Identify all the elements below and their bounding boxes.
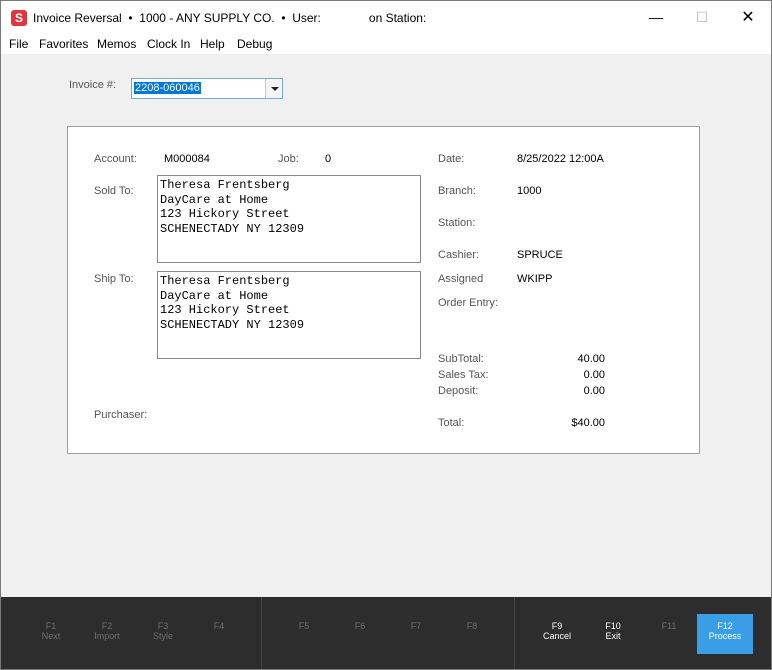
assigned-label: Assigned xyxy=(438,273,484,285)
f1-next-button[interactable]: F1 Next xyxy=(23,597,79,669)
menu-file[interactable]: File xyxy=(9,37,28,51)
fkey-key: F12 xyxy=(717,621,733,631)
minimize-button[interactable]: — xyxy=(633,1,679,34)
window-title: Invoice Reversal • 1000 - ANY SUPPLY CO.… xyxy=(33,11,427,25)
fkey-key: F7 xyxy=(410,621,422,631)
deposit-label: Deposit: xyxy=(438,385,479,397)
fkey-key: F1 xyxy=(45,621,57,631)
fkey-label: Style xyxy=(152,631,173,641)
invoice-number-combo[interactable]: 2208-060046 xyxy=(131,78,283,99)
f3-style-button[interactable]: F3 Style xyxy=(135,597,191,669)
main-content: Invoice #: 2208-060046 Account: M000084 … xyxy=(1,54,771,597)
job-value: 0 xyxy=(325,153,332,165)
fkey-label: Exit xyxy=(605,631,621,641)
date-label: Date: xyxy=(438,153,465,165)
fkey-separator xyxy=(261,597,262,669)
fkey-key: F3 xyxy=(157,621,169,631)
branch-value: 1000 xyxy=(517,185,542,197)
fkey-label: Cancel xyxy=(542,631,571,641)
account-label: Account: xyxy=(94,153,137,165)
f12-process-button[interactable]: F12 Process xyxy=(697,614,753,654)
sold-to-address-box[interactable]: Theresa Frentsberg DayCare at Home 123 H… xyxy=(157,175,421,263)
menu-bar: File Favorites Memos Clock In Help Debug xyxy=(1,34,771,54)
fkey-label: Import xyxy=(94,631,120,641)
title-bar: S Invoice Reversal • 1000 - ANY SUPPLY C… xyxy=(1,1,771,34)
purchaser-label: Purchaser: xyxy=(94,409,148,421)
station-label: Station: xyxy=(438,217,476,229)
fkey-separator xyxy=(514,597,515,669)
sales-tax-label: Sales Tax: xyxy=(438,369,489,381)
maximize-button[interactable]: ☐ xyxy=(679,1,725,34)
sold-to-line: DayCare at Home xyxy=(160,192,269,207)
menu-memos[interactable]: Memos xyxy=(97,37,136,51)
subtotal-label: SubTotal: xyxy=(438,353,484,365)
fkey-label: Process xyxy=(708,631,742,641)
ship-to-label: Ship To: xyxy=(94,273,134,285)
fkey-key: F4 xyxy=(213,621,225,631)
sold-to-line: 123 Hickory Street xyxy=(160,207,290,221)
date-value: 8/25/2022 12:00A xyxy=(517,153,604,165)
invoice-detail-panel: Account: M000084 Job: 0 Sold To: Theresa… xyxy=(67,126,700,454)
f8-button[interactable]: F8 xyxy=(444,597,500,669)
deposit-value: 0.00 xyxy=(583,385,605,397)
f10-exit-button[interactable]: F10 Exit xyxy=(585,597,641,669)
sales-tax-value: 0.00 xyxy=(583,369,605,381)
close-button[interactable]: ✕ xyxy=(725,1,771,34)
order-entry-label: Order Entry: xyxy=(438,297,498,309)
job-label: Job: xyxy=(278,153,299,165)
invoice-reversal-window: S Invoice Reversal • 1000 - ANY SUPPLY C… xyxy=(0,0,772,670)
f6-button[interactable]: F6 xyxy=(332,597,388,669)
sold-to-line: SCHENECTADY NY 12309 xyxy=(160,221,305,236)
cashier-value: SPRUCE xyxy=(517,249,563,261)
app-logo-icon: S xyxy=(11,10,27,26)
menu-debug[interactable]: Debug xyxy=(237,37,272,51)
f4-button[interactable]: F4 xyxy=(191,597,247,669)
f9-cancel-button[interactable]: F9 Cancel xyxy=(529,597,585,669)
f7-button[interactable]: F7 xyxy=(388,597,444,669)
function-key-bar: F1 Next F2 Import F3 Style F4 F5 F6 F7 F8 F… xyxy=(1,597,771,669)
fkey-key: F5 xyxy=(298,621,310,631)
total-value: $40.00 xyxy=(571,417,605,429)
title-app: Invoice Reversal xyxy=(33,11,122,25)
assigned-value: WKIPP xyxy=(517,273,553,285)
title-company: 1000 - ANY SUPPLY CO. xyxy=(139,11,275,25)
f11-button[interactable]: F11 xyxy=(641,597,697,669)
total-label: Total: xyxy=(438,417,465,429)
sold-to-label: Sold To: xyxy=(94,185,134,197)
menu-clock-in[interactable]: Clock In xyxy=(147,37,190,51)
ship-to-line: DayCare at Home xyxy=(160,288,269,303)
invoice-label: Invoice #: xyxy=(69,79,117,91)
title-station-label: on Station: xyxy=(368,11,427,25)
sold-to-line: Theresa Frentsberg xyxy=(160,178,290,192)
fkey-key: F2 xyxy=(101,621,113,631)
menu-help[interactable]: Help xyxy=(200,37,225,51)
menu-favorites[interactable]: Favorites xyxy=(39,37,88,51)
ship-to-line: 123 Hickory Street xyxy=(160,303,290,317)
account-value: M000084 xyxy=(164,153,210,165)
ship-to-line: SCHENECTADY NY 12309 xyxy=(160,317,305,332)
title-user-label: User: xyxy=(292,11,321,25)
dropdown-arrow-icon[interactable] xyxy=(265,79,282,98)
fkey-key: F8 xyxy=(466,621,478,631)
invoice-number-value[interactable]: 2208-060046 xyxy=(134,82,201,94)
cashier-label: Cashier: xyxy=(438,249,479,261)
fkey-key: F6 xyxy=(354,621,366,631)
f2-import-button[interactable]: F2 Import xyxy=(79,597,135,669)
fkey-key: F11 xyxy=(661,621,677,631)
f5-button[interactable]: F5 xyxy=(276,597,332,669)
branch-label: Branch: xyxy=(438,185,476,197)
fkey-key: F9 xyxy=(551,621,563,631)
fkey-label: Next xyxy=(41,631,61,641)
fkey-key: F10 xyxy=(605,621,621,631)
ship-to-line: Theresa Frentsberg xyxy=(160,274,290,288)
ship-to-address-box[interactable]: Theresa Frentsberg DayCare at Home 123 H… xyxy=(157,271,421,359)
subtotal-value: 40.00 xyxy=(577,353,605,365)
